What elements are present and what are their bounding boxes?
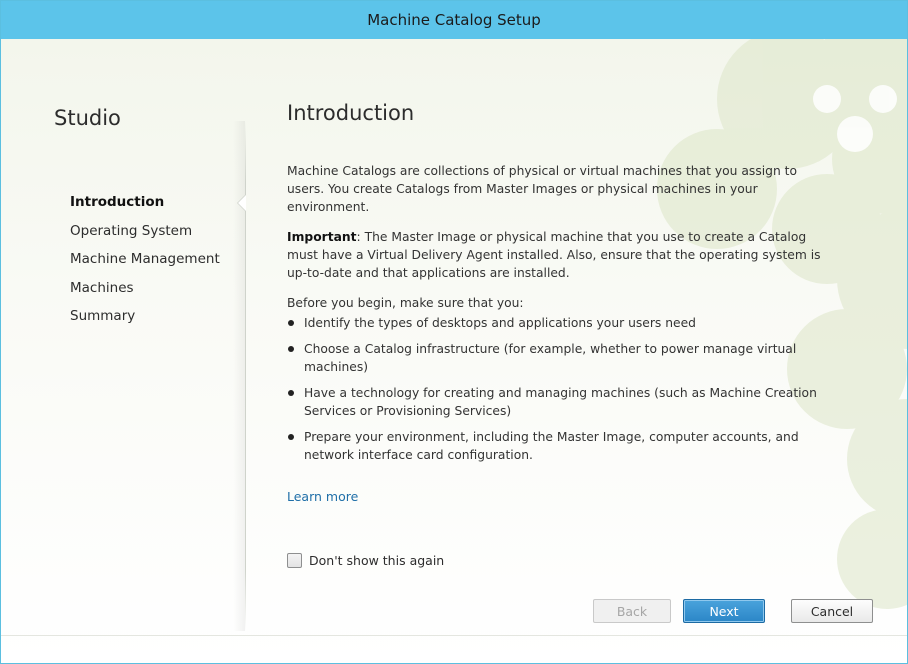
wizard-steps: Introduction Operating System Machine Ma…	[70, 193, 220, 336]
main-panel: Introduction Machine Catalogs are collec…	[287, 101, 827, 472]
footer-divider	[1, 635, 907, 636]
bullet-icon	[288, 434, 294, 440]
next-button[interactable]: Next	[683, 599, 765, 623]
important-label: Important	[287, 230, 357, 244]
list-item: Identify the types of desktops and appli…	[287, 314, 827, 332]
dont-show-again-label[interactable]: Don't show this again	[309, 553, 444, 568]
before-begin-text: Before you begin, make sure that you:	[287, 296, 524, 310]
bullet-icon	[288, 346, 294, 352]
list-item-text: Identify the types of desktops and appli…	[304, 316, 696, 330]
cancel-button[interactable]: Cancel	[791, 599, 873, 623]
dont-show-again-checkbox[interactable]	[287, 553, 302, 568]
step-summary[interactable]: Summary	[70, 307, 220, 336]
list-item-text: Have a technology for creating and manag…	[304, 386, 817, 418]
dialog-window: Machine Catalog Setup Studio Introductio…	[0, 0, 908, 664]
step-machine-management[interactable]: Machine Management	[70, 250, 220, 279]
step-operating-system[interactable]: Operating System	[70, 222, 220, 251]
list-item-text: Prepare your environment, including the …	[304, 430, 799, 462]
window-title: Machine Catalog Setup	[367, 11, 541, 29]
important-text: : The Master Image or physical machine t…	[287, 230, 821, 280]
list-item: Prepare your environment, including the …	[287, 428, 827, 464]
bullet-icon	[288, 390, 294, 396]
wizard-sidebar	[1, 39, 245, 635]
dont-show-again-row[interactable]: Don't show this again	[287, 553, 444, 568]
list-item: Choose a Catalog infrastructure (for exa…	[287, 340, 827, 376]
sidebar-title: Studio	[54, 106, 121, 130]
back-button[interactable]: Back	[593, 599, 671, 623]
list-item-text: Choose a Catalog infrastructure (for exa…	[304, 342, 797, 374]
active-step-pointer	[238, 195, 246, 211]
important-paragraph: Important: The Master Image or physical …	[287, 228, 827, 282]
list-item: Have a technology for creating and manag…	[287, 384, 827, 420]
step-introduction[interactable]: Introduction	[70, 193, 220, 222]
prerequisite-list: Identify the types of desktops and appli…	[287, 314, 827, 464]
learn-more-link[interactable]: Learn more	[287, 489, 358, 504]
step-machines[interactable]: Machines	[70, 279, 220, 308]
intro-paragraph: Machine Catalogs are collections of phys…	[287, 164, 797, 214]
bullet-icon	[288, 320, 294, 326]
title-bar[interactable]: Machine Catalog Setup	[1, 1, 907, 39]
page-title: Introduction	[287, 101, 415, 125]
